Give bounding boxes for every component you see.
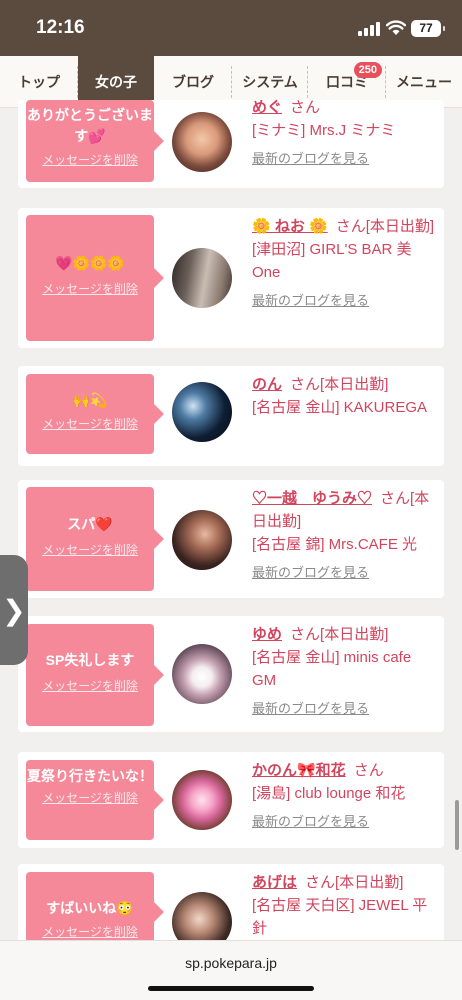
list-item: SP失礼します メッセージを削除 ゆめ さん[本日出勤] [名古屋 金山] min… [18, 616, 444, 732]
girl-name-link[interactable]: のん [252, 376, 282, 393]
girl-name-link[interactable]: めぐ [252, 99, 282, 116]
status-label: [本日出勤] [335, 874, 404, 891]
chevron-right-icon: ❯ [2, 593, 26, 627]
list-item: ありがとうございます💕 メッセージを削除 めぐ さん [ミナミ] Mrs.J ミナ… [18, 99, 444, 188]
girl-name-link[interactable]: 🌼 ねお 🌼 [252, 218, 328, 235]
latest-blog-link[interactable]: 最新のブログを見る [252, 562, 438, 581]
shop-name: [湯島] club lounge 和花 [252, 785, 406, 802]
avatar[interactable] [172, 644, 232, 704]
message-text: すばいいね😳 [46, 900, 134, 916]
avatar[interactable] [172, 770, 232, 830]
latest-blog-link[interactable]: 最新のブログを見る [252, 290, 438, 309]
honorific: さん [290, 99, 321, 116]
status-label: [本日出勤] [365, 218, 435, 235]
shop-name: [津田沼] GIRL'S BAR 美One [252, 241, 412, 281]
message-bubble: ありがとうございます💕 メッセージを削除 [26, 100, 164, 182]
shop-name: [名古屋 錦] Mrs.CAFE 光 [252, 536, 418, 553]
tab-label: 女の子 [95, 74, 137, 90]
girl-info: あげは さん[本日出勤] [名古屋 天白区] JEWEL 平針 [252, 871, 438, 940]
honorific: さん [335, 218, 366, 235]
honorific: さん [305, 874, 336, 891]
tab-label: メニュー [396, 74, 452, 90]
url-text: sp.pokepara.jp [185, 955, 277, 971]
home-indicator[interactable] [148, 986, 314, 991]
list-item: 夏祭り行きたいな！ メッセージを削除 かのん🎀和花 さん [湯島] club lo… [18, 752, 444, 848]
message-text: スパ❤️ [67, 516, 113, 532]
message-text: SP失礼します [45, 652, 135, 668]
message-text: 💗🌼🌼🌼 [55, 255, 125, 271]
message-text: 夏祭り行きたいな！ [27, 768, 153, 784]
side-drawer-handle[interactable]: ❯ [0, 555, 28, 665]
status-label: [本日出勤] [320, 626, 389, 643]
girl-name-link[interactable]: ♡一越 ゆうみ♡ [252, 490, 372, 507]
list-item: 💗🌼🌼🌼 メッセージを削除 🌼 ねお 🌼 さん[本日出勤] [津田沼] GIRL'… [18, 208, 444, 348]
honorific: さん [353, 762, 384, 779]
delete-message-link[interactable]: メッセージを削除 [42, 415, 138, 432]
cellular-signal-icon [358, 22, 380, 36]
honorific: さん [290, 626, 321, 643]
avatar[interactable] [172, 510, 232, 570]
wifi-icon [386, 20, 406, 35]
girl-info: のん さん[本日出勤] [名古屋 金山] KAKUREGA [252, 373, 438, 419]
shop-name: [名古屋 金山] KAKUREGA [252, 399, 428, 416]
battery-icon: 77 [411, 20, 445, 37]
message-bubble: スパ❤️ メッセージを削除 [26, 487, 164, 591]
list-item: 🙌💫 メッセージを削除 のん さん[本日出勤] [名古屋 金山] KAKUREGA [18, 366, 444, 466]
tab-label: システム [242, 74, 298, 90]
latest-blog-link[interactable]: 最新のブログを見る [252, 698, 438, 717]
message-bubble: 💗🌼🌼🌼 メッセージを削除 [26, 215, 164, 341]
honorific: さん [290, 376, 321, 393]
message-bubble: 夏祭り行きたいな！ メッセージを削除 [26, 760, 164, 840]
delete-message-link[interactable]: メッセージを削除 [42, 151, 138, 168]
shop-name: [名古屋 金山] minis cafe GM [252, 649, 412, 689]
message-bubble: 🙌💫 メッセージを削除 [26, 374, 164, 454]
girl-name-link[interactable]: あげは [252, 874, 297, 891]
shop-name: [名古屋 天白区] JEWEL 平針 [252, 897, 428, 937]
list-item: スパ❤️ メッセージを削除 ♡一越 ゆうみ♡ さん[本日出勤] [名古屋 錦] M… [18, 480, 444, 598]
tab-label: ブログ [172, 74, 214, 90]
delete-message-link[interactable]: メッセージを削除 [42, 541, 138, 558]
delete-message-link[interactable]: メッセージを削除 [42, 280, 138, 297]
delete-message-link[interactable]: メッセージを削除 [42, 677, 138, 694]
avatar[interactable] [172, 382, 232, 442]
status-label: [本日出勤] [320, 376, 389, 393]
message-text: ありがとうございます💕 [27, 107, 153, 144]
girl-info: 🌼 ねお 🌼 さん[本日出勤] [津田沼] GIRL'S BAR 美One 最新の… [252, 215, 438, 309]
delete-message-link[interactable]: メッセージを削除 [42, 923, 138, 940]
message-bubble: SP失礼します メッセージを削除 [26, 624, 164, 726]
girl-info: めぐ さん [ミナミ] Mrs.J ミナミ 最新のブログを見る [252, 96, 438, 167]
avatar[interactable] [172, 112, 232, 172]
browser-url-bar[interactable]: sp.pokepara.jp [0, 940, 462, 1000]
delete-message-link[interactable]: メッセージを削除 [42, 789, 138, 806]
status-time: 12:16 [36, 17, 85, 38]
message-text: 🙌💫 [72, 392, 108, 408]
latest-blog-link[interactable]: 最新のブログを見る [252, 148, 438, 167]
scrollbar[interactable] [455, 800, 459, 850]
girl-info: ♡一越 ゆうみ♡ さん[本日出勤] [名古屋 錦] Mrs.CAFE 光 最新のブ… [252, 487, 438, 581]
avatar[interactable] [172, 248, 232, 308]
reviews-count-badge: 250 [353, 62, 382, 78]
status-bar: 12:16 77 [0, 0, 462, 56]
girl-info: かのん🎀和花 さん [湯島] club lounge 和花 最新のブログを見る [252, 759, 438, 830]
girl-info: ゆめ さん[本日出勤] [名古屋 金山] minis cafe GM 最新のブログ… [252, 623, 438, 717]
tab-label: トップ [18, 74, 60, 90]
girl-name-link[interactable]: ゆめ [252, 626, 282, 643]
latest-blog-link[interactable]: 最新のブログを見る [252, 811, 438, 830]
girl-name-link[interactable]: かのん🎀和花 [252, 762, 346, 779]
honorific: さん [380, 490, 411, 507]
shop-name: [ミナミ] Mrs.J ミナミ [252, 122, 396, 139]
